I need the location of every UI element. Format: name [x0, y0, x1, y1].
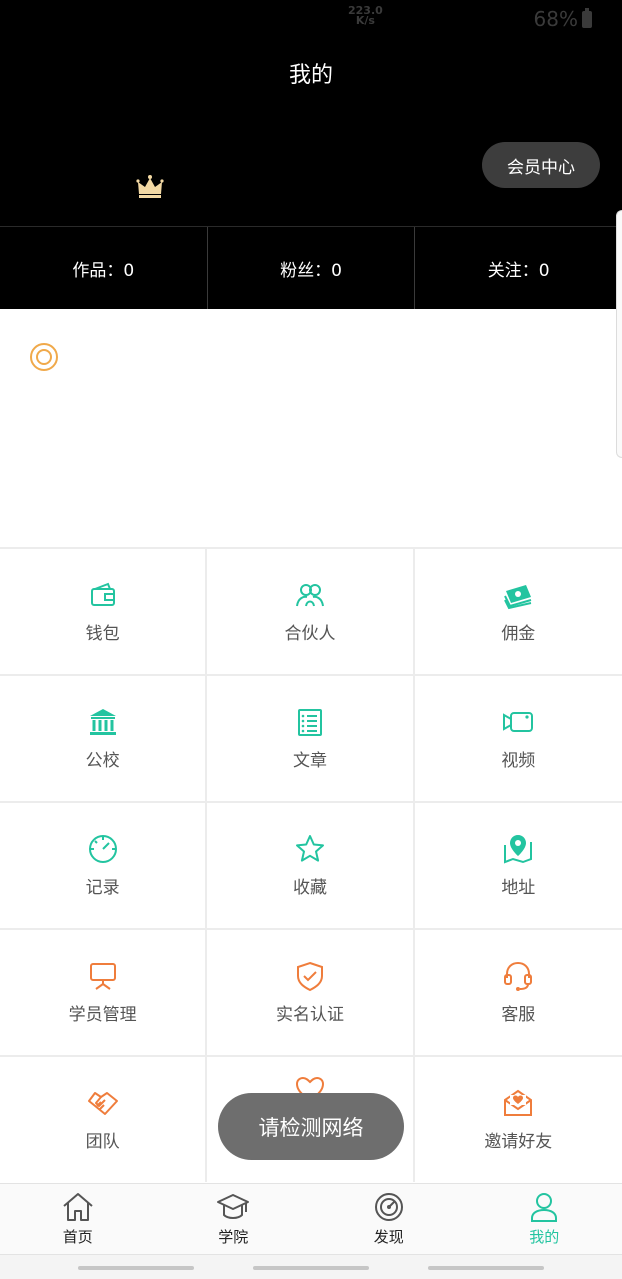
menu-real-name-verification-label: 实名认证 [275, 1005, 344, 1025]
stats-bar: 作品：0 粉丝：0 关注：0 [0, 226, 622, 309]
side-drawer-handle[interactable] [616, 210, 622, 458]
battery-level: 68% [533, 7, 578, 31]
home-icon [63, 1193, 93, 1221]
article-icon [297, 709, 322, 736]
menu-address-label: 地址 [501, 878, 536, 898]
menu-favorites-label: 收藏 [292, 878, 327, 898]
wallet-icon [90, 582, 115, 606]
presentation-icon [89, 963, 116, 990]
menu-student-management-label: 学员管理 [68, 1005, 137, 1025]
network-error-toast: 请检测网络 [218, 1093, 404, 1160]
profile-card [0, 309, 622, 547]
headset-icon [504, 961, 533, 991]
tab-discover[interactable]: 发现 [311, 1184, 467, 1254]
menu-partners-label: 合伙人 [284, 624, 336, 644]
crown-icon [136, 175, 164, 198]
menu-articles-label: 文章 [292, 751, 327, 771]
menu-invite-friends[interactable]: 邀请好友 [415, 1057, 622, 1182]
stat-fans[interactable]: 粉丝：0 [208, 227, 416, 309]
tab-mine-label: 我的 [529, 1228, 560, 1246]
menu-partners[interactable]: 合伙人 [207, 549, 415, 674]
network-speed: 223.0 K/s [348, 5, 383, 27]
function-grid: 钱包 合伙人 佣金 公校 文章 视频 记录 收藏 地址 学员管理 实名认证 客服… [0, 547, 622, 1182]
menu-commission[interactable]: 佣金 [415, 549, 622, 674]
menu-records[interactable]: 记录 [0, 803, 208, 928]
page-title: 我的 [288, 63, 333, 88]
tab-home-label: 首页 [62, 1228, 93, 1246]
menu-articles[interactable]: 文章 [207, 676, 415, 801]
money-icon [504, 585, 532, 610]
grid-row: 公校 文章 视频 [0, 674, 622, 801]
nav-back-button[interactable] [428, 1266, 544, 1270]
tab-academy[interactable]: 学院 [156, 1184, 312, 1254]
profile-header: 223.0 K/s 68% 我的 会员中心 [0, 0, 622, 226]
menu-favorites[interactable]: 收藏 [207, 803, 415, 928]
member-center-button[interactable]: 会员中心 [482, 142, 600, 188]
menu-address[interactable]: 地址 [415, 803, 622, 928]
grid-row: 学员管理 实名认证 客服 [0, 928, 622, 1055]
menu-customer-service-label: 客服 [501, 1005, 536, 1025]
user-icon [531, 1193, 558, 1222]
system-navigation-bar [0, 1255, 622, 1279]
mail-heart-icon [504, 1089, 533, 1116]
stat-following[interactable]: 关注：0 [415, 227, 622, 309]
menu-customer-service[interactable]: 客服 [415, 930, 622, 1055]
menu-videos[interactable]: 视频 [415, 676, 622, 801]
tab-academy-label: 学院 [218, 1228, 249, 1246]
handshake-icon [87, 1092, 118, 1115]
stat-works[interactable]: 作品：0 [0, 227, 208, 309]
menu-wallet[interactable]: 钱包 [0, 549, 208, 674]
bank-icon [89, 709, 116, 735]
bottom-tab-bar: 首页 学院 发现 我的 [0, 1183, 622, 1255]
partners-icon [295, 584, 324, 607]
graduation-cap-icon [217, 1194, 250, 1219]
tab-mine[interactable]: 我的 [467, 1184, 622, 1254]
nav-recents-button[interactable] [78, 1266, 194, 1270]
shield-check-icon [296, 961, 323, 992]
menu-commission-label: 佣金 [501, 624, 536, 644]
menu-team-label: 团队 [85, 1132, 120, 1152]
grid-row: 记录 收藏 地址 [0, 801, 622, 928]
grid-row: 钱包 合伙人 佣金 [0, 547, 622, 674]
speedometer-icon [88, 835, 117, 863]
map-pin-icon [504, 835, 533, 864]
video-icon [503, 712, 534, 732]
tab-discover-label: 发现 [373, 1228, 404, 1246]
menu-public-school-label: 公校 [85, 751, 120, 771]
tab-home[interactable]: 首页 [0, 1184, 156, 1254]
menu-invite-friends-label: 邀请好友 [484, 1132, 553, 1152]
compass-icon [374, 1193, 403, 1221]
nav-home-button[interactable] [253, 1266, 369, 1270]
target-icon[interactable] [29, 342, 59, 372]
menu-records-label: 记录 [85, 878, 120, 898]
menu-real-name-verification[interactable]: 实名认证 [207, 930, 415, 1055]
star-icon [295, 835, 324, 862]
menu-student-management[interactable]: 学员管理 [0, 930, 208, 1055]
menu-public-school[interactable]: 公校 [0, 676, 208, 801]
menu-team[interactable]: 团队 [0, 1057, 208, 1182]
battery-indicator: 68% [534, 7, 592, 31]
battery-icon [582, 7, 592, 28]
menu-wallet-label: 钱包 [85, 624, 120, 644]
network-speed-unit: K/s [355, 14, 375, 27]
menu-videos-label: 视频 [501, 751, 536, 771]
